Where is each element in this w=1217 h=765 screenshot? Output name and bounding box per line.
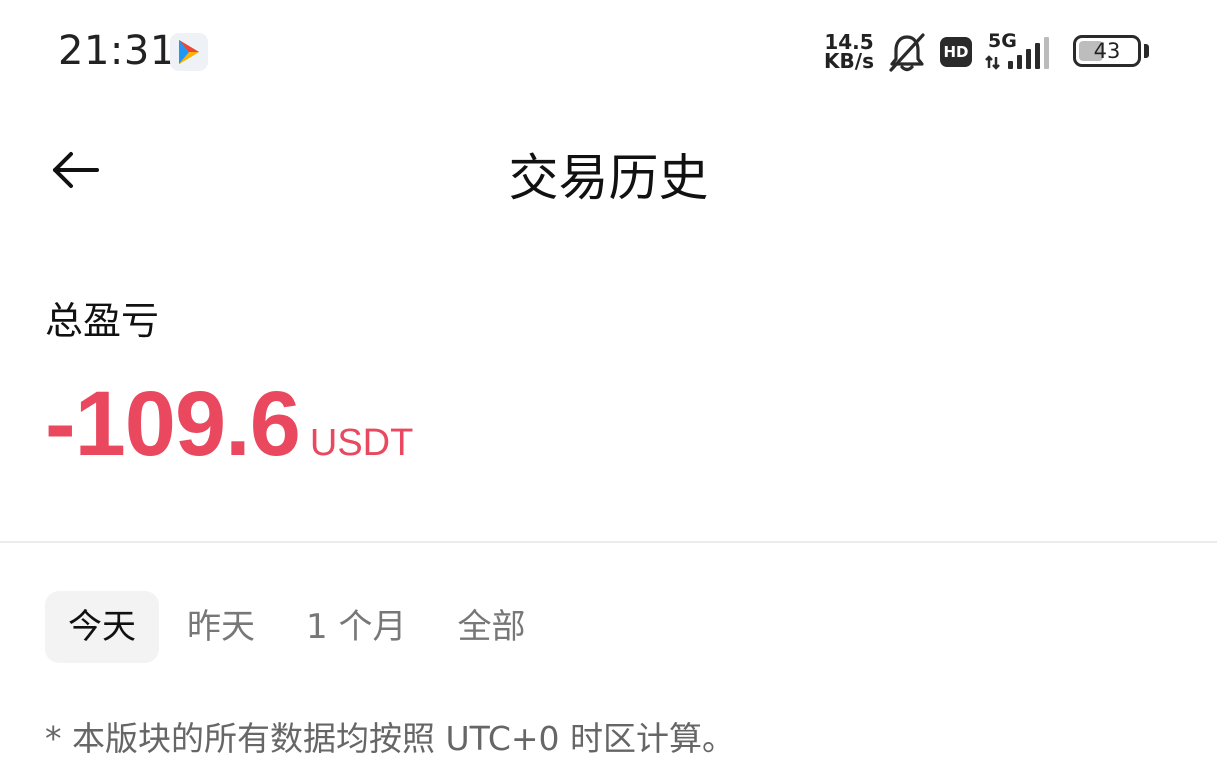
- battery-tip: [1144, 44, 1149, 58]
- signal-icon: [985, 37, 1049, 70]
- total-pnl-label: 总盈亏: [45, 299, 160, 343]
- battery-icon: 43: [1073, 35, 1141, 67]
- network-speed-unit: KB/s: [824, 49, 874, 73]
- status-time: 21:31: [58, 28, 176, 74]
- bell-muted-icon: [887, 32, 927, 78]
- signal-block: 5G: [985, 30, 1060, 72]
- battery-percent: 43: [1093, 39, 1121, 63]
- page-title: 交易历史: [508, 149, 709, 207]
- divider: [0, 541, 1217, 543]
- period-tabs: 今天 昨天 1 个月 全部: [45, 591, 548, 663]
- hd-icon: HD: [940, 37, 972, 67]
- tab-today[interactable]: 今天: [45, 591, 159, 663]
- app-play-icon: [170, 33, 208, 71]
- total-pnl: -109.6 USDT: [45, 372, 413, 477]
- tab-one-month[interactable]: 1 个月: [283, 591, 429, 663]
- tab-all[interactable]: 全部: [434, 591, 548, 663]
- total-pnl-value: -109.6: [45, 373, 301, 475]
- timezone-footnote: * 本版块的所有数据均按照 UTC+0 时区计算。: [45, 719, 736, 758]
- network-speed: 14.5 KB/s: [820, 32, 878, 73]
- tab-yesterday[interactable]: 昨天: [164, 591, 278, 663]
- status-bar: 21:31 14.5 KB/s HD 5G 43: [0, 0, 1217, 105]
- total-pnl-unit: USDT: [309, 422, 414, 464]
